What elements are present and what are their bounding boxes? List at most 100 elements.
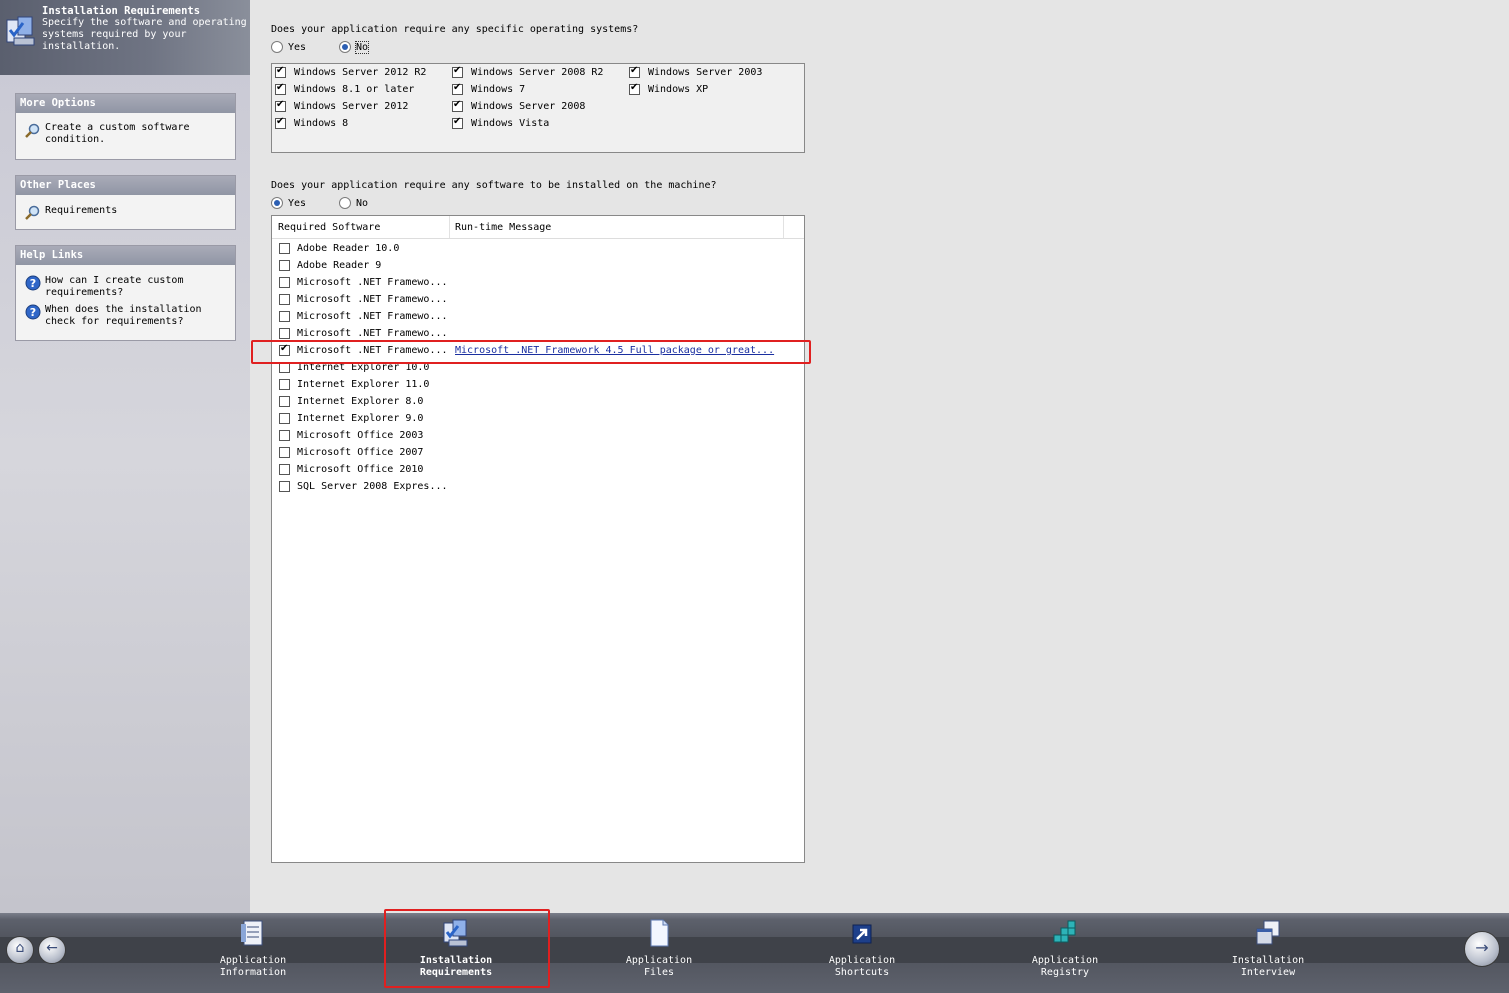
os-label: Windows Server 2012 R2 bbox=[294, 67, 427, 78]
next-arrow-icon: → bbox=[1475, 938, 1489, 957]
table-row[interactable]: Microsoft Office 2010 bbox=[272, 461, 804, 478]
software-no-label: No bbox=[356, 197, 369, 209]
installation-interview-icon bbox=[1256, 920, 1280, 945]
os-checkbox-win8[interactable]: Windows 8 bbox=[275, 116, 348, 129]
row-checkbox[interactable] bbox=[279, 447, 290, 458]
row-checkbox[interactable] bbox=[279, 311, 290, 322]
highlight-current-step bbox=[384, 909, 550, 988]
table-row[interactable]: Microsoft .NET Framewo... bbox=[272, 308, 804, 325]
software-name: Microsoft Office 2007 bbox=[297, 447, 424, 458]
help-link-installation-check[interactable]: ? When does the installation check for r… bbox=[16, 299, 235, 328]
os-checkbox-vista[interactable]: Windows Vista bbox=[452, 116, 550, 129]
row-checkbox[interactable] bbox=[279, 294, 290, 305]
help-links-panel: Help Links ? How can I create custom req… bbox=[15, 245, 236, 341]
step-application-information[interactable]: Application Information bbox=[188, 917, 318, 979]
os-label: Windows XP bbox=[648, 84, 709, 95]
os-checkbox-xp[interactable]: Windows XP bbox=[629, 82, 709, 95]
table-row[interactable]: Adobe Reader 10.0 bbox=[272, 240, 804, 257]
checkbox[interactable] bbox=[629, 65, 640, 78]
row-checkbox[interactable] bbox=[279, 430, 290, 441]
software-no-radio[interactable]: No bbox=[339, 197, 368, 209]
help-link-create-requirements[interactable]: ? How can I create custom requirements? bbox=[16, 265, 235, 299]
os-checkbox-ws2012[interactable]: Windows Server 2012 bbox=[275, 99, 408, 112]
table-row[interactable]: Microsoft .NET Framewo... bbox=[272, 274, 804, 291]
checkbox[interactable] bbox=[452, 65, 463, 78]
os-question: Does your application require any specif… bbox=[271, 24, 639, 35]
column-divider[interactable] bbox=[783, 216, 784, 238]
checkbox[interactable] bbox=[275, 82, 286, 95]
os-checkbox-win81[interactable]: Windows 8.1 or later bbox=[275, 82, 414, 95]
table-row[interactable]: Internet Explorer 8.0 bbox=[272, 393, 804, 410]
column-header-required-software[interactable]: Required Software bbox=[278, 222, 380, 233]
row-checkbox[interactable] bbox=[279, 379, 290, 390]
checkbox[interactable] bbox=[275, 65, 286, 78]
step-label-line2: Information bbox=[219, 967, 287, 978]
page-banner: Installation Requirements Specify the so… bbox=[0, 0, 250, 75]
installation-requirements-icon bbox=[6, 16, 35, 46]
table-header: Required Software Run-time Message bbox=[272, 216, 804, 239]
step-label-line2: Shortcuts bbox=[834, 967, 890, 978]
os-no-radio[interactable]: No bbox=[339, 40, 370, 54]
software-name: Microsoft Office 2010 bbox=[297, 464, 424, 475]
step-label-line2: Files bbox=[643, 967, 675, 978]
os-checkbox-win7[interactable]: Windows 7 bbox=[452, 82, 525, 95]
os-label: Windows Vista bbox=[471, 118, 550, 129]
create-custom-condition-label: Create a custom software condition. bbox=[45, 122, 190, 145]
step-application-registry[interactable]: Application Registry bbox=[1000, 917, 1130, 979]
os-yes-radio[interactable]: Yes bbox=[271, 41, 306, 53]
step-application-files[interactable]: Application Files bbox=[594, 917, 724, 979]
table-row[interactable]: Microsoft Office 2007 bbox=[272, 444, 804, 461]
checkbox[interactable] bbox=[275, 116, 286, 129]
column-divider[interactable] bbox=[449, 216, 450, 238]
banner-title: Installation Requirements bbox=[42, 5, 201, 17]
table-row[interactable]: Microsoft Office 2003 bbox=[272, 427, 804, 444]
os-checkbox-ws2008r2[interactable]: Windows Server 2008 R2 bbox=[452, 65, 603, 78]
application-registry-icon bbox=[1053, 920, 1076, 943]
application-files-icon bbox=[650, 919, 669, 947]
step-label-line1: Application bbox=[219, 955, 287, 966]
step-label-line2: Interview bbox=[1240, 967, 1296, 978]
highlight-dotnet-row bbox=[251, 340, 811, 364]
checkbox[interactable] bbox=[452, 99, 463, 112]
step-label-line1: Application bbox=[1031, 955, 1099, 966]
software-yes-radio[interactable]: Yes bbox=[271, 197, 306, 209]
row-checkbox[interactable] bbox=[279, 413, 290, 424]
step-installation-interview[interactable]: Installation Interview bbox=[1203, 917, 1333, 979]
software-name: Internet Explorer 11.0 bbox=[297, 379, 430, 390]
application-information-icon bbox=[241, 920, 263, 946]
row-checkbox[interactable] bbox=[279, 396, 290, 407]
table-row[interactable]: Internet Explorer 9.0 bbox=[272, 410, 804, 427]
software-name: SQL Server 2008 Expres... bbox=[297, 481, 448, 492]
os-checkbox-ws2008[interactable]: Windows Server 2008 bbox=[452, 99, 585, 112]
application-shortcuts-icon bbox=[852, 924, 872, 944]
row-checkbox[interactable] bbox=[279, 328, 290, 339]
row-checkbox[interactable] bbox=[279, 464, 290, 475]
step-application-shortcuts[interactable]: Application Shortcuts bbox=[797, 917, 927, 979]
row-checkbox[interactable] bbox=[279, 481, 290, 492]
create-custom-condition-link[interactable]: Create a custom software condition. bbox=[16, 113, 235, 146]
banner-description: Specify the software and operating syste… bbox=[42, 17, 247, 52]
step-label-line2: Registry bbox=[1040, 967, 1090, 978]
next-button[interactable]: → bbox=[1464, 931, 1500, 967]
back-button[interactable]: ← bbox=[38, 936, 66, 964]
os-checkbox-ws2012r2[interactable]: Windows Server 2012 R2 bbox=[275, 65, 427, 78]
row-checkbox[interactable] bbox=[279, 260, 290, 271]
home-button[interactable]: ⌂ bbox=[6, 936, 34, 964]
software-question: Does your application require any softwa… bbox=[271, 180, 717, 191]
checkbox[interactable] bbox=[275, 99, 286, 112]
table-row[interactable]: Adobe Reader 9 bbox=[272, 257, 804, 274]
help-links-header: Help Links bbox=[16, 246, 235, 265]
row-checkbox[interactable] bbox=[279, 277, 290, 288]
requirements-link[interactable]: Requirements bbox=[16, 195, 235, 220]
os-checkbox-ws2003[interactable]: Windows Server 2003 bbox=[629, 65, 762, 78]
column-header-runtime-message[interactable]: Run-time Message bbox=[455, 222, 551, 233]
checkbox[interactable] bbox=[452, 116, 463, 129]
checkbox[interactable] bbox=[629, 82, 640, 95]
table-row[interactable]: Microsoft .NET Framewo... bbox=[272, 291, 804, 308]
radio-circle bbox=[271, 197, 283, 209]
table-row[interactable]: SQL Server 2008 Expres... bbox=[272, 478, 804, 495]
table-row[interactable]: Internet Explorer 11.0 bbox=[272, 376, 804, 393]
row-checkbox[interactable] bbox=[279, 243, 290, 254]
checkbox[interactable] bbox=[452, 82, 463, 95]
more-options-panel: More Options Create a custom software co… bbox=[15, 93, 236, 160]
